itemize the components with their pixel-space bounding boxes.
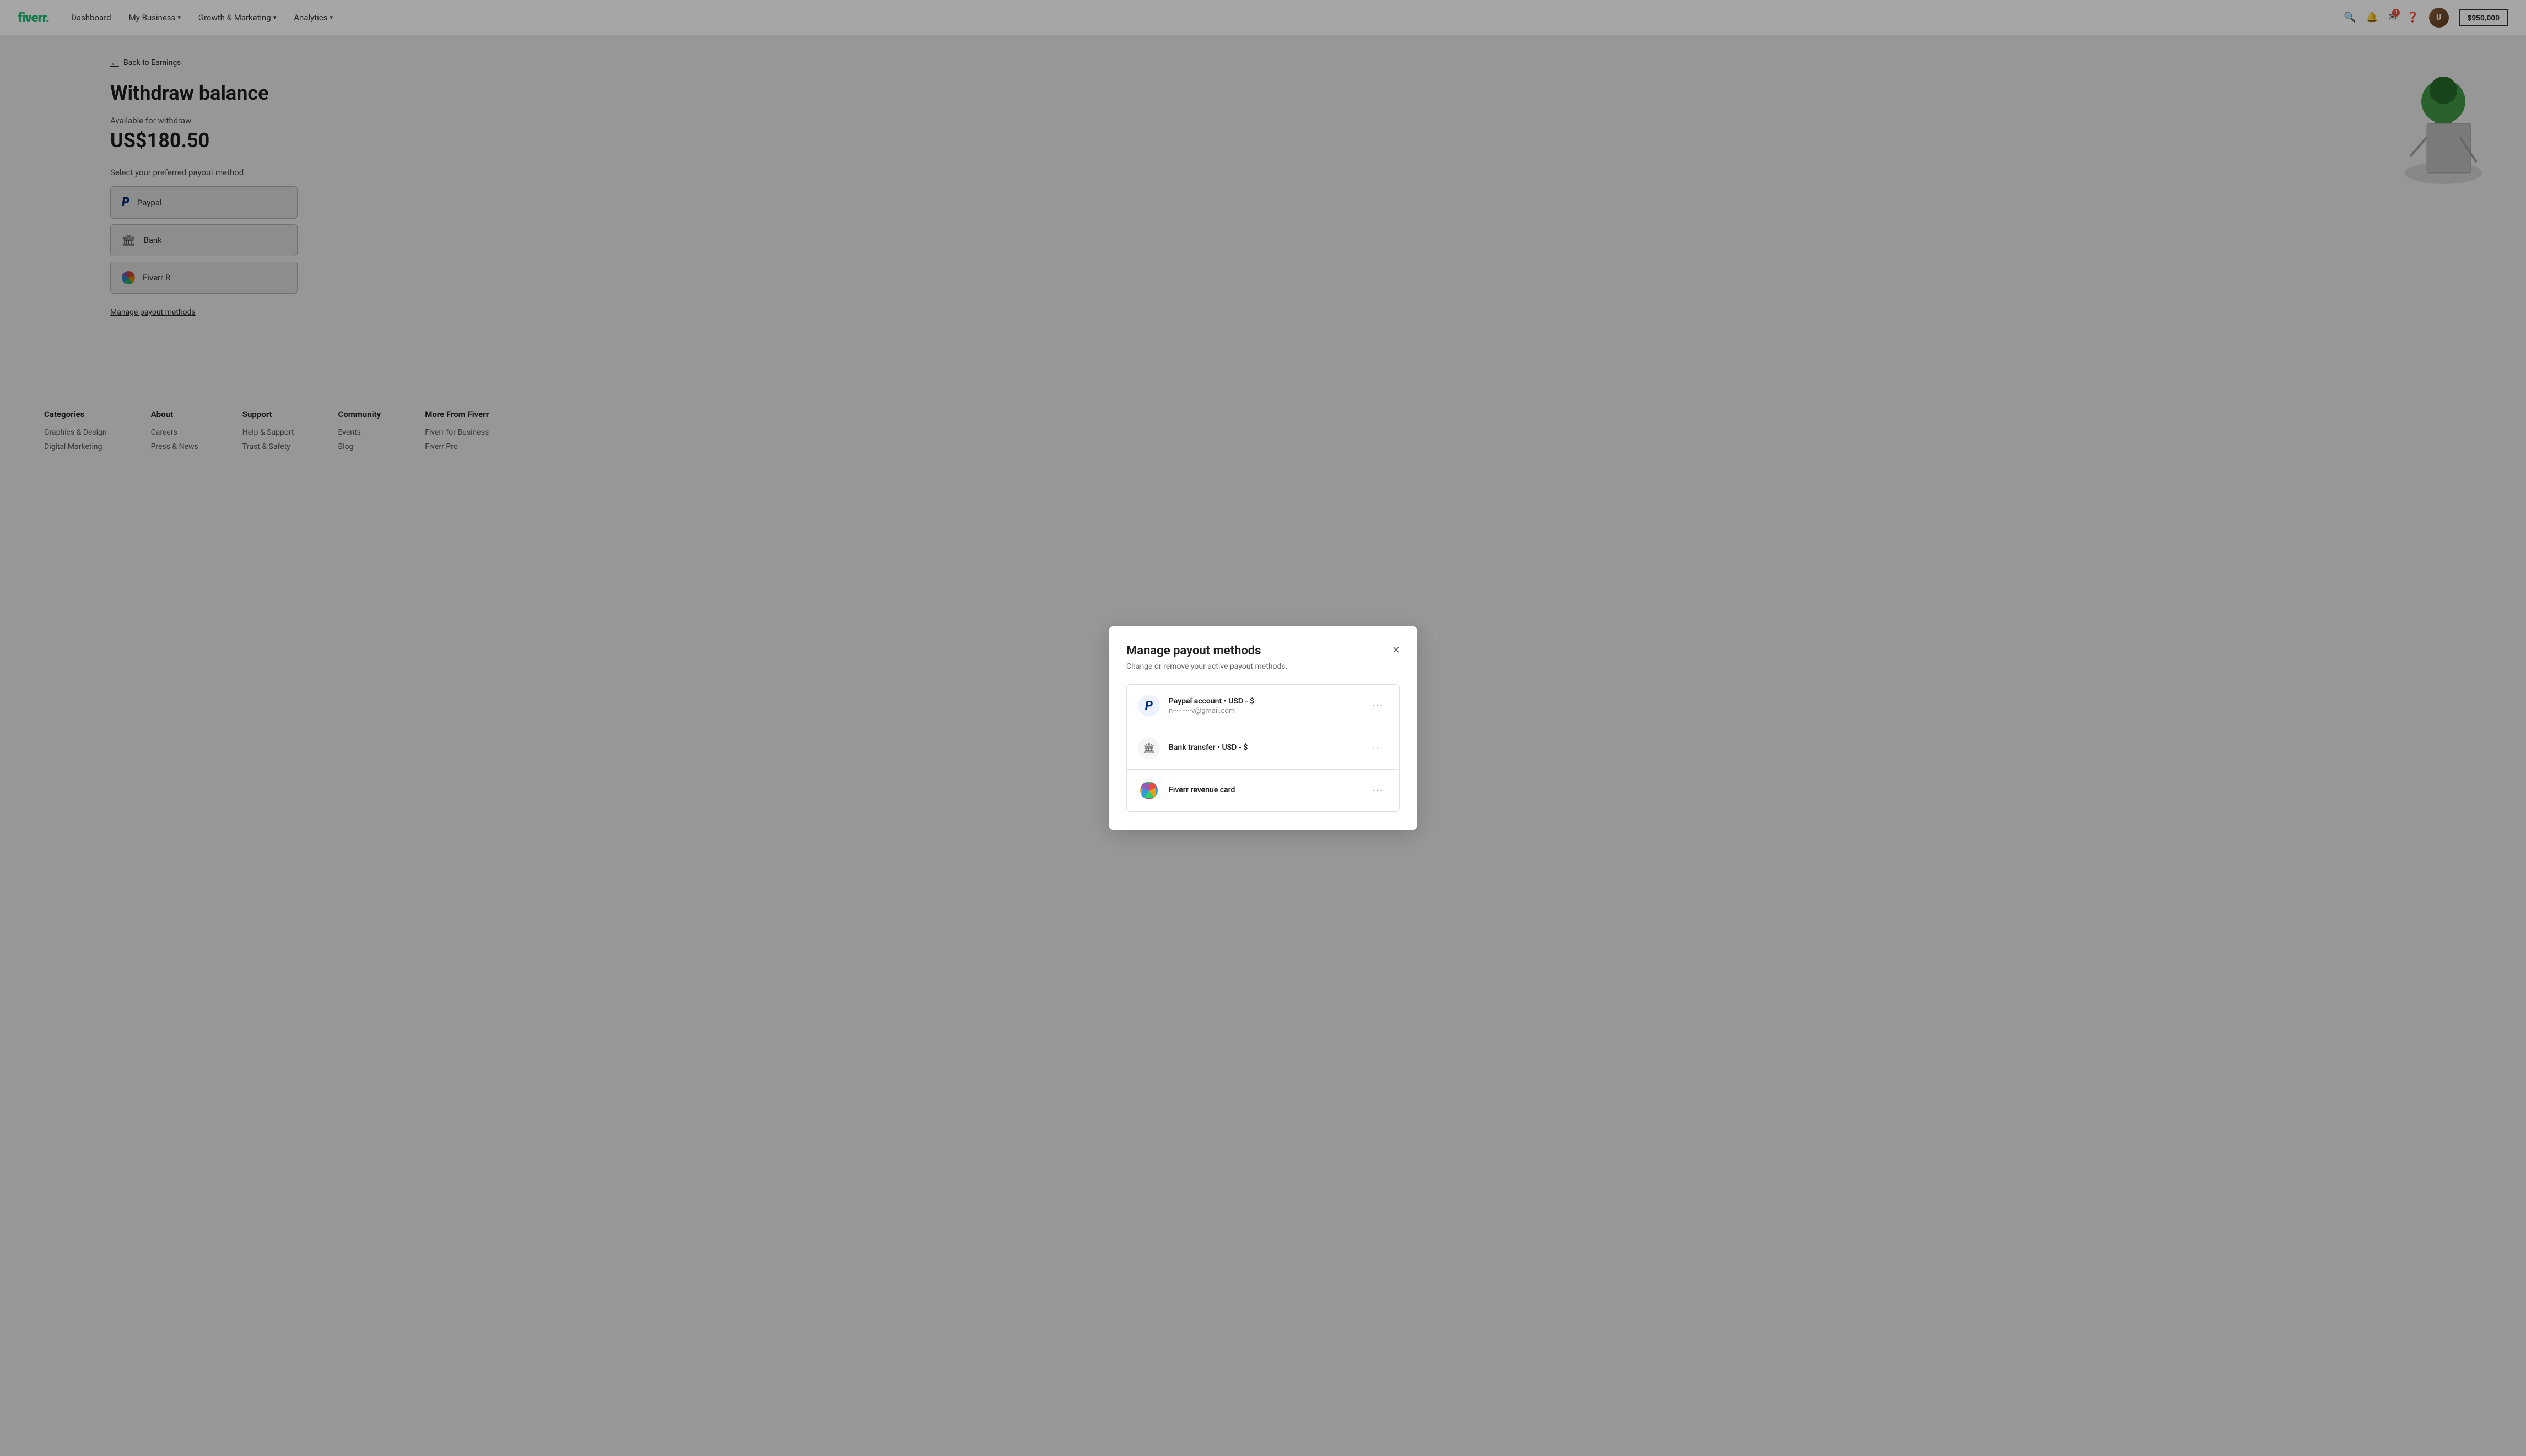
bank-info: Bank transfer • USD - $ [1169,743,1368,753]
bank-icon: 🏛 [1138,737,1160,759]
paypal-name: Paypal account • USD - $ [1169,697,1368,706]
modal-subtitle: Change or remove your active payout meth… [1126,662,1400,671]
paypal-more-button[interactable]: ··· [1368,698,1388,714]
fiverr-name: Fiverr revenue card [1169,786,1368,794]
payout-list: P Paypal account • USD - $ n··········v@… [1126,684,1400,812]
paypal-info: Paypal account • USD - $ n··········v@gm… [1169,697,1368,715]
payout-item-bank: 🏛 Bank transfer • USD - $ ··· [1127,727,1399,770]
bank-more-button[interactable]: ··· [1368,740,1388,756]
paypal-email: n··········v@gmail.com [1169,707,1368,715]
bank-name: Bank transfer • USD - $ [1169,743,1368,752]
manage-payout-modal: Manage payout methods × Change or remove… [1109,626,1417,830]
payout-item-paypal: P Paypal account • USD - $ n··········v@… [1127,685,1399,727]
modal-overlay[interactable]: Manage payout methods × Change or remove… [0,0,2526,1456]
fiverr-revenue-card-icon [1138,780,1160,802]
fiverr-info: Fiverr revenue card [1169,786,1368,795]
modal-title: Manage payout methods [1126,644,1261,658]
paypal-icon: P [1138,695,1160,717]
modal-header: Manage payout methods × [1126,644,1400,658]
modal-close-button[interactable]: × [1392,644,1400,656]
payout-item-fiverr: Fiverr revenue card ··· [1127,770,1399,811]
fiverr-more-button[interactable]: ··· [1368,783,1388,799]
